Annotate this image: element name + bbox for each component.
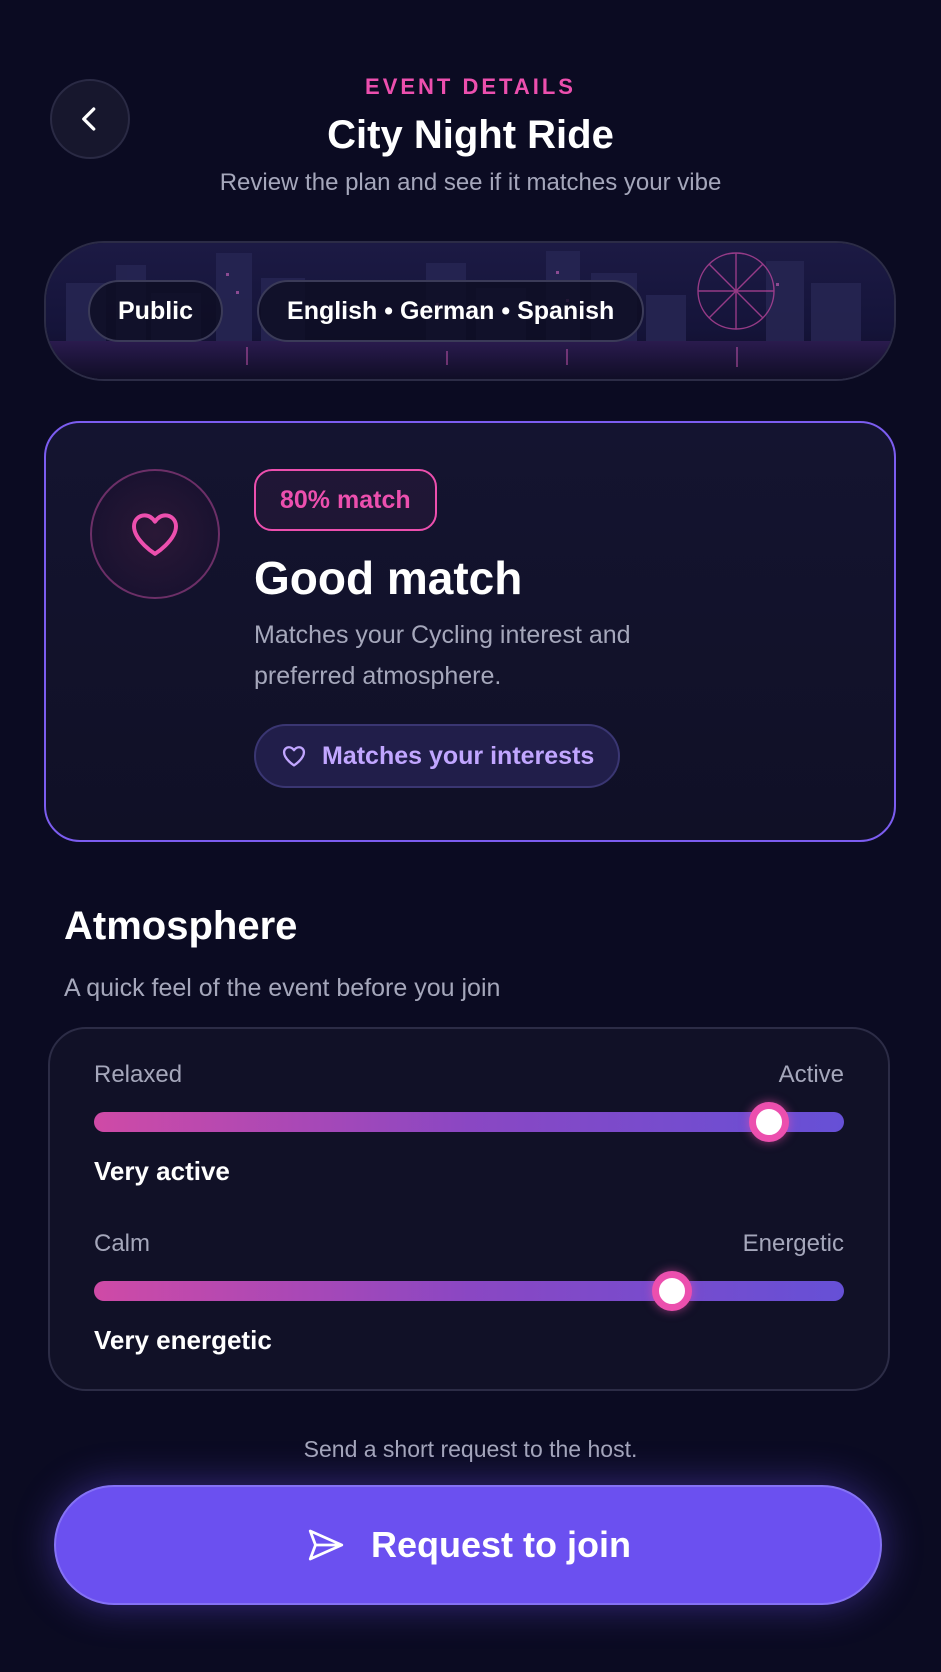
matches-interests-button[interactable]: Matches your interests — [254, 724, 621, 788]
page-eyebrow: EVENT DETAILS — [365, 74, 576, 99]
match-title: Good match — [254, 552, 523, 604]
slider-right-label: Active — [778, 1061, 844, 1088]
match-percentage-badge: 80% match — [254, 469, 437, 531]
request-hint: Send a short request to the host. — [303, 1436, 638, 1462]
page-title: City Night Ride — [327, 113, 614, 157]
match-card: 80% match Good match Matches your Cyclin… — [44, 421, 896, 842]
page-subtitle: Review the plan and see if it matches yo… — [219, 169, 722, 196]
energy-slider-thumb[interactable] — [651, 1271, 692, 1311]
activity-slider-labels: Relaxed Active — [94, 1061, 844, 1089]
activity-slider-thumb[interactable] — [749, 1102, 789, 1142]
heart-outline-icon — [282, 746, 306, 767]
activity-slider-track[interactable] — [94, 1102, 844, 1142]
slider-right-label: Energetic — [742, 1230, 844, 1257]
energy-slider-track[interactable] — [94, 1271, 844, 1311]
activity-slider-value: Very active — [94, 1156, 230, 1186]
atmosphere-title: Atmosphere — [64, 904, 298, 948]
languages-chip: English • German • Spanish — [257, 280, 645, 342]
activity-slider-group: Relaxed Active Very active — [94, 1061, 844, 1187]
energy-slider-labels: Calm Energetic — [94, 1230, 844, 1258]
matches-interests-label: Matches your interests — [322, 741, 595, 770]
request-to-join-button[interactable]: Request to join — [54, 1485, 882, 1605]
event-banner: Public English • German • Spanish — [44, 241, 896, 381]
energy-slider-value: Very energetic — [94, 1325, 272, 1355]
event-details-screen: EVENT DETAILS City Night Ride Review the… — [0, 0, 941, 1672]
send-icon — [308, 1529, 344, 1561]
energy-slider-group: Calm Energetic Very energetic — [94, 1230, 844, 1356]
event-tags: Public English • German • Spanish — [88, 280, 645, 342]
slider-left-label: Relaxed — [94, 1061, 183, 1088]
match-description: Matches your Cycling interest and prefer… — [254, 621, 631, 690]
visibility-chip: Public — [88, 280, 224, 342]
atmosphere-card: Relaxed Active Very active Calm Energeti… — [48, 1027, 890, 1391]
heart-icon — [132, 513, 178, 556]
request-to-join-label: Request to join — [371, 1524, 631, 1565]
slider-left-label: Calm — [94, 1230, 151, 1257]
atmosphere-subtitle: A quick feel of the event before you joi… — [64, 974, 501, 1002]
match-icon-badge — [90, 469, 220, 599]
